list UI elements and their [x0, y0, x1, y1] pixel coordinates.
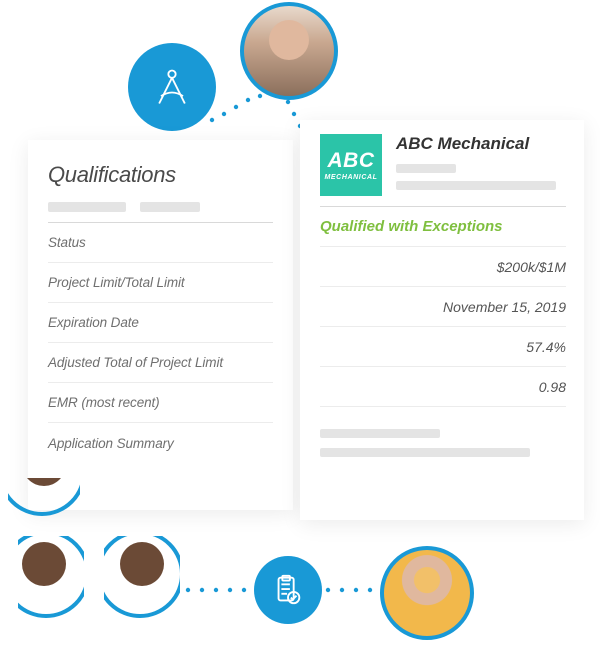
connector-dots-bottom-left — [182, 580, 262, 600]
avatar-fragment-3 — [104, 536, 180, 618]
field-project-limit: Project Limit/Total Limit — [48, 263, 273, 303]
value-status: Qualified with Exceptions — [320, 207, 566, 247]
company-logo-primary: ABC — [328, 150, 375, 171]
compass-icon — [150, 65, 194, 109]
avatar-fragment-2 — [18, 536, 84, 618]
field-expiration: Expiration Date — [48, 303, 273, 343]
company-logo-secondary: MECHANICAL — [324, 174, 377, 181]
clipboard-badge — [254, 556, 322, 624]
company-logo: ABC MECHANICAL — [320, 134, 382, 196]
company-name: ABC Mechanical — [396, 134, 566, 154]
value-adjusted-pct: 57.4% — [320, 327, 566, 367]
person-avatar-top — [240, 2, 338, 100]
company-bottom-skeleton — [320, 429, 566, 457]
field-adjusted-total: Adjusted Total of Project Limit — [48, 343, 273, 383]
value-project-limit: $200k/$1M — [320, 247, 566, 287]
clipboard-check-icon — [271, 573, 305, 607]
field-emr: EMR (most recent) — [48, 383, 273, 423]
compass-badge — [128, 43, 216, 131]
skeleton-row — [48, 202, 273, 212]
qualifications-panel: Qualifications Status Project Limit/Tota… — [28, 140, 293, 510]
avatar-fragment-1 — [8, 478, 80, 516]
person-avatar-worker — [380, 546, 474, 640]
value-expiration: November 15, 2019 — [320, 287, 566, 327]
field-status: Status — [48, 223, 273, 263]
field-application-summary: Application Summary — [48, 423, 273, 463]
company-meta-skeleton — [396, 164, 566, 190]
company-header: ABC MECHANICAL ABC Mechanical — [320, 134, 566, 196]
value-emr: 0.98 — [320, 367, 566, 407]
company-panel: ABC MECHANICAL ABC Mechanical Qualified … — [300, 120, 584, 520]
qualifications-title: Qualifications — [48, 162, 273, 188]
